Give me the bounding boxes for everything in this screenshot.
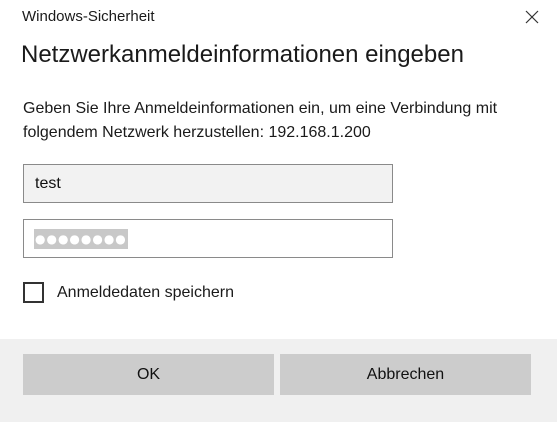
- dialog-footer: OK Abbrechen: [0, 339, 557, 422]
- remember-credentials-checkbox[interactable]: Anmeldedaten speichern: [23, 282, 234, 303]
- checkbox-box[interactable]: [23, 282, 44, 303]
- ok-button[interactable]: OK: [23, 354, 274, 395]
- dialog-description: Geben Sie Ihre Anmeldeinformationen ein,…: [23, 100, 498, 141]
- close-icon: [525, 10, 539, 24]
- close-button[interactable]: [515, 2, 549, 32]
- credentials-dialog: Windows-Sicherheit Netzwerkanmeldeinform…: [0, 0, 557, 422]
- cancel-button[interactable]: Abbrechen: [280, 354, 531, 395]
- window-title: Windows-Sicherheit: [22, 8, 155, 25]
- remember-credentials-label: Anmeldedaten speichern: [57, 283, 235, 301]
- password-mask: ●●●●●●●●: [34, 228, 128, 249]
- dialog-heading: Netzwerkanmeldeinformationen eingeben: [21, 41, 464, 68]
- password-input[interactable]: ●●●●●●●●: [23, 219, 393, 258]
- username-input[interactable]: [23, 164, 393, 203]
- title-bar: Windows-Sicherheit: [0, 0, 557, 34]
